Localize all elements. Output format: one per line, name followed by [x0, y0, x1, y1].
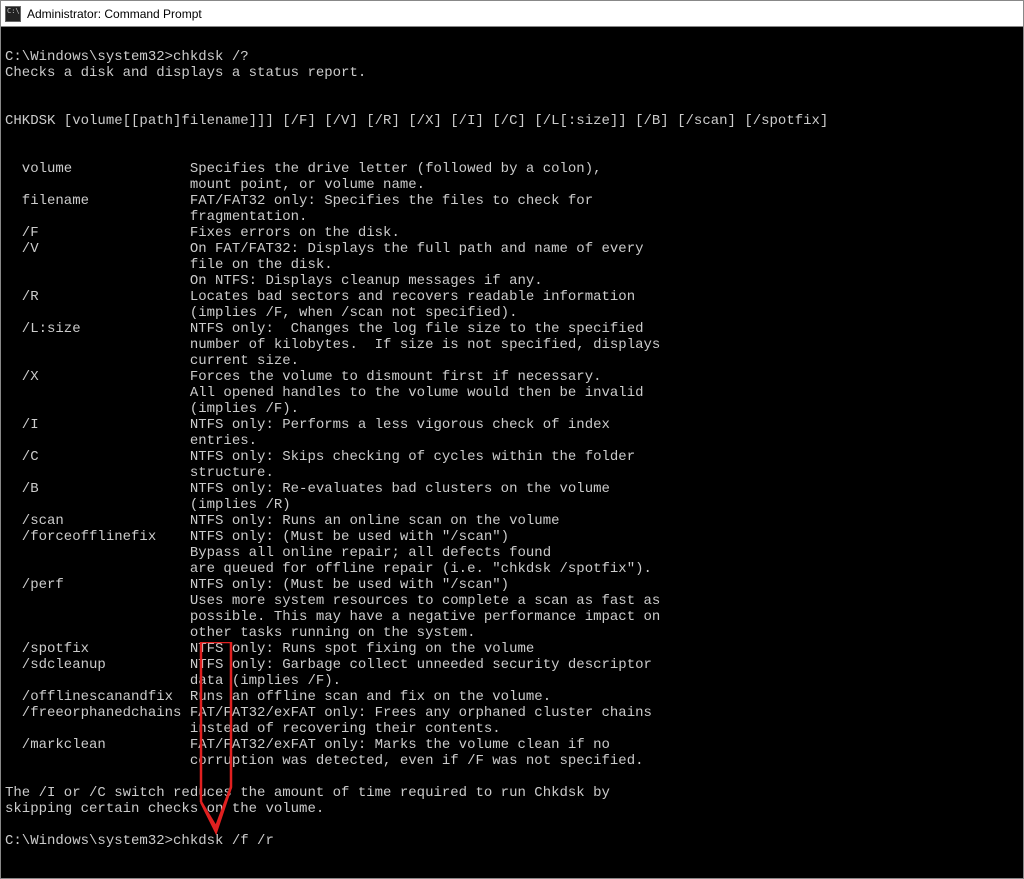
output-line: fragmentation. — [5, 209, 307, 225]
output-line: /sdcleanup NTFS only: Garbage collect un… — [5, 657, 652, 673]
output-line: current size. — [5, 353, 299, 369]
output-line: volume Specifies the drive letter (follo… — [5, 161, 602, 177]
output-line: /R Locates bad sectors and recovers read… — [5, 289, 635, 305]
output-line: /spotfix NTFS only: Runs spot fixing on … — [5, 641, 534, 657]
output-line: On NTFS: Displays cleanup messages if an… — [5, 273, 543, 289]
output-line: /freeorphanedchains FAT/FAT32/exFAT only… — [5, 705, 652, 721]
output-line: /I NTFS only: Performs a less vigorous c… — [5, 417, 610, 433]
output-line: /F Fixes errors on the disk. — [5, 225, 400, 241]
output-line: /markclean FAT/FAT32/exFAT only: Marks t… — [5, 737, 610, 753]
output-line: Bypass all online repair; all defects fo… — [5, 545, 551, 561]
titlebar[interactable]: Administrator: Command Prompt — [1, 1, 1023, 27]
terminal-output[interactable]: C:\Windows\system32>chkdsk /? Checks a d… — [1, 27, 1023, 878]
output-line: /offlinescanandfix Runs an offline scan … — [5, 689, 551, 705]
output-line: filename FAT/FAT32 only: Specifies the f… — [5, 193, 593, 209]
cmd-icon — [5, 6, 21, 22]
output-line: (implies /F). — [5, 401, 299, 417]
output-line: Uses more system resources to complete a… — [5, 593, 660, 609]
output-line: other tasks running on the system. — [5, 625, 475, 641]
output-line: corruption was detected, even if /F was … — [5, 753, 644, 769]
output-line: CHKDSK [volume[[path]filename]]] [/F] [/… — [5, 113, 828, 129]
output-line: are queued for offline repair (i.e. "chk… — [5, 561, 652, 577]
prompt: C:\Windows\system32> — [5, 49, 173, 65]
output-line: Checks a disk and displays a status repo… — [5, 65, 366, 81]
output-line: number of kilobytes. If size is not spec… — [5, 337, 660, 353]
output-line: instead of recovering their contents. — [5, 721, 501, 737]
command-prompt-window: Administrator: Command Prompt C:\Windows… — [0, 0, 1024, 879]
output-line: (implies /F, when /scan not specified). — [5, 305, 517, 321]
prompt: C:\Windows\system32> — [5, 833, 173, 849]
output-line: data (implies /F). — [5, 673, 341, 689]
command-text: chkdsk /f /r — [173, 833, 274, 849]
output-line: /C NTFS only: Skips checking of cycles w… — [5, 449, 635, 465]
output-line: /scan NTFS only: Runs an online scan on … — [5, 513, 560, 529]
output-line: possible. This may have a negative perfo… — [5, 609, 660, 625]
output-line: /V On FAT/FAT32: Displays the full path … — [5, 241, 644, 257]
output-line: /forceofflinefix NTFS only: (Must be use… — [5, 529, 509, 545]
output-line: entries. — [5, 433, 257, 449]
output-line: /X Forces the volume to dismount first i… — [5, 369, 602, 385]
output-line: /B NTFS only: Re-evaluates bad clusters … — [5, 481, 610, 497]
output-line: All opened handles to the volume would t… — [5, 385, 644, 401]
output-line: /perf NTFS only: (Must be used with "/sc… — [5, 577, 509, 593]
output-line: (implies /R) — [5, 497, 291, 513]
output-line: structure. — [5, 465, 274, 481]
output-line: file on the disk. — [5, 257, 333, 273]
output-line: The /I or /C switch reduces the amount o… — [5, 785, 610, 801]
output-line: mount point, or volume name. — [5, 177, 425, 193]
command-text: chkdsk /? — [173, 49, 249, 65]
output-line: /L:size NTFS only: Changes the log file … — [5, 321, 644, 337]
output-line: skipping certain checks on the volume. — [5, 801, 324, 817]
window-title: Administrator: Command Prompt — [27, 7, 202, 21]
